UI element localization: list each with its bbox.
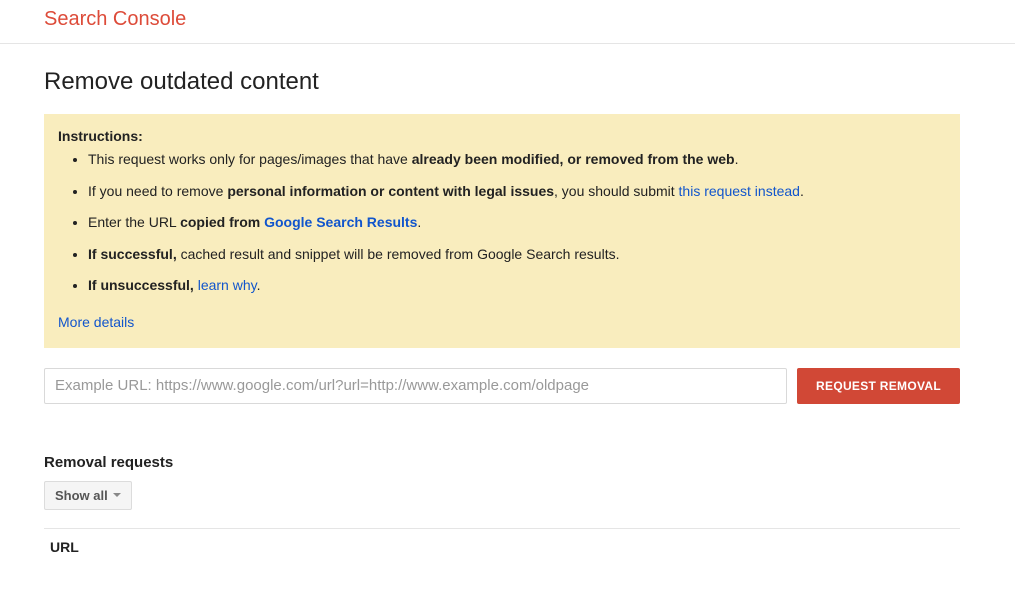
instr5-text-b: . xyxy=(257,277,261,293)
instruction-item-4: If successful, cached result and snippet… xyxy=(88,245,946,265)
instr3-text-c: . xyxy=(417,214,421,230)
instruction-item-1: This request works only for pages/images… xyxy=(88,150,946,170)
show-all-label: Show all xyxy=(55,488,108,503)
google-search-results-link[interactable]: Google Search Results xyxy=(264,214,417,230)
instr2-bold: personal information or content with leg… xyxy=(227,183,554,199)
more-details-link[interactable]: More details xyxy=(58,314,134,330)
removal-requests-title: Removal requests xyxy=(44,454,971,471)
instructions-title: Instructions: xyxy=(58,128,946,144)
logo-text[interactable]: Search Console xyxy=(44,8,186,30)
header: Search Console xyxy=(0,0,1015,44)
instr5-bold: If unsuccessful, xyxy=(88,277,198,293)
instructions-box: Instructions: This request works only fo… xyxy=(44,114,960,348)
main-content: Remove outdated content Instructions: Th… xyxy=(0,44,1015,579)
instruction-item-2: If you need to remove personal informati… xyxy=(88,182,946,202)
instr1-bold: already been modified, or removed from t… xyxy=(412,151,735,167)
instr4-bold: If successful, xyxy=(88,246,177,262)
instruction-item-5: If unsuccessful, learn why. xyxy=(88,276,946,296)
instr3-bold-b: copied from xyxy=(180,214,264,230)
request-removal-button[interactable]: REQUEST REMOVAL xyxy=(797,368,960,404)
chevron-down-icon xyxy=(113,493,121,497)
instructions-list: This request works only for pages/images… xyxy=(58,150,946,296)
url-input-row: REQUEST REMOVAL xyxy=(44,368,960,404)
show-all-filter-button[interactable]: Show all xyxy=(44,481,132,510)
requests-table: URL xyxy=(44,528,960,555)
instr4-text-b: cached result and snippet will be remove… xyxy=(177,246,620,262)
instr1-text-a: This request works only for pages/images… xyxy=(88,151,412,167)
instr2-text-d: . xyxy=(800,183,804,199)
page-title: Remove outdated content xyxy=(44,68,971,96)
table-header-url: URL xyxy=(44,529,960,555)
instr2-text-c: , you should submit xyxy=(554,183,679,199)
instr3-text-a: Enter the URL xyxy=(88,214,180,230)
instruction-item-3: Enter the URL copied from Google Search … xyxy=(88,213,946,233)
instr1-text-c: . xyxy=(735,151,739,167)
url-input[interactable] xyxy=(44,368,787,404)
learn-why-link[interactable]: learn why xyxy=(198,277,257,293)
this-request-link[interactable]: this request instead xyxy=(679,183,800,199)
instr2-text-a: If you need to remove xyxy=(88,183,227,199)
